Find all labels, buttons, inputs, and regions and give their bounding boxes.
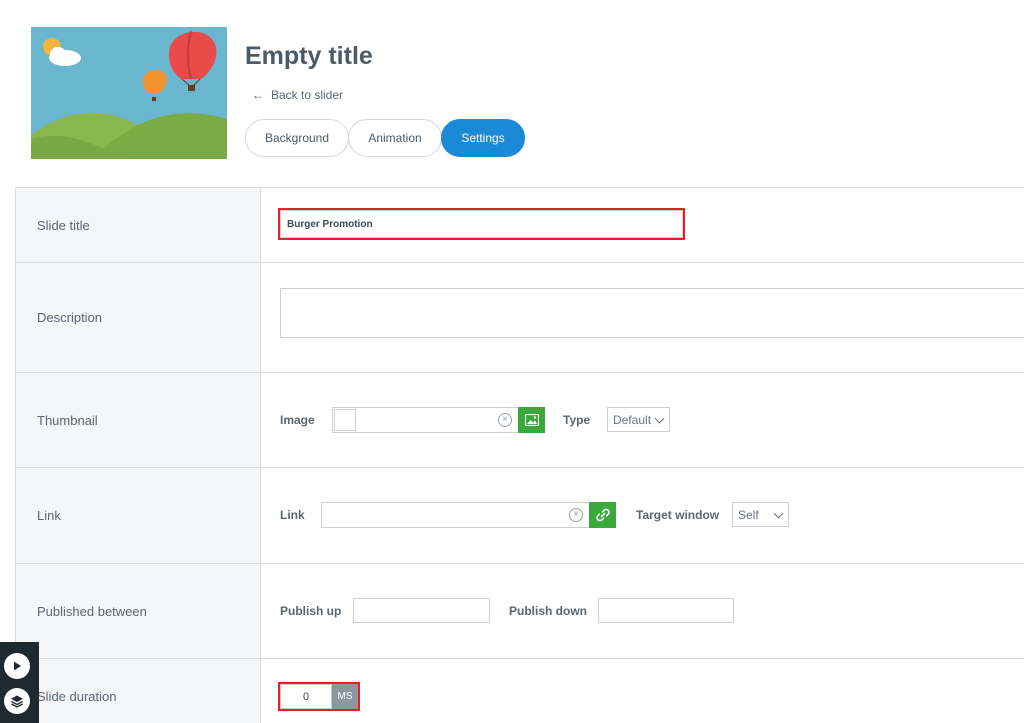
- row-thumbnail: Thumbnail Image × Type Default: [15, 373, 1024, 468]
- image-field-label: Image: [280, 413, 315, 427]
- layers-button[interactable]: [4, 688, 30, 714]
- row-description: Description: [15, 263, 1024, 373]
- chevron-down-icon: [654, 413, 665, 424]
- row-link: Link Link × Target window Self: [15, 468, 1024, 564]
- link-chain-icon: [595, 508, 610, 522]
- image-preview-square: [334, 409, 356, 431]
- page-title: Empty title: [245, 42, 373, 70]
- play-button[interactable]: [4, 653, 30, 679]
- slide-thumbnail-preview: [31, 27, 227, 159]
- link-field-label: Link: [280, 508, 305, 522]
- row-slide-duration: Slide duration 0 MS: [15, 659, 1024, 723]
- image-path-input[interactable]: ×: [332, 407, 544, 433]
- description-label: Description: [15, 263, 261, 372]
- tab-background[interactable]: Background: [245, 119, 349, 157]
- back-to-slider-link[interactable]: ← Back to slider: [252, 88, 343, 102]
- arrow-left-icon: ←: [252, 88, 264, 102]
- tab-settings[interactable]: Settings: [441, 119, 525, 157]
- slide-title-input[interactable]: Burger Promotion: [278, 208, 685, 240]
- row-published-between: Published between Publish up Publish dow…: [15, 564, 1024, 659]
- play-icon: [14, 661, 21, 671]
- type-select-value: Default: [613, 412, 652, 427]
- target-window-label: Target window: [636, 508, 720, 522]
- publish-down-label: Publish down: [509, 604, 587, 618]
- tab-animation[interactable]: Animation: [348, 119, 442, 157]
- slide-duration-field: 0 MS: [278, 682, 360, 711]
- type-field-label: Type: [563, 413, 591, 427]
- tab-bar: Background Animation Settings: [245, 119, 525, 157]
- image-icon: [524, 414, 539, 426]
- back-to-slider-label: Back to slider: [271, 88, 344, 102]
- description-textarea[interactable]: [280, 288, 1024, 338]
- publish-down-input[interactable]: [598, 598, 734, 623]
- thumbnail-label: Thumbnail: [15, 373, 261, 467]
- duration-unit-badge: MS: [332, 684, 358, 709]
- link-picker-button[interactable]: [589, 502, 616, 528]
- slide-duration-label: Slide duration: [15, 659, 261, 723]
- type-select[interactable]: Default: [607, 407, 670, 432]
- clear-circle-icon[interactable]: ×: [569, 508, 583, 522]
- chevron-down-icon: [773, 508, 784, 519]
- clear-circle-icon[interactable]: ×: [498, 413, 512, 427]
- published-between-label: Published between: [15, 564, 261, 658]
- slide-duration-input[interactable]: 0: [280, 684, 332, 709]
- row-slide-title: Slide title Burger Promotion: [15, 188, 1024, 263]
- balloon-landscape-icon: [31, 27, 227, 159]
- layers-icon: [11, 695, 23, 708]
- slide-header: Empty title ← Back to slider Background …: [0, 0, 1024, 187]
- bottom-left-dock: [0, 642, 39, 723]
- link-url-input[interactable]: ×: [321, 502, 590, 528]
- image-picker-button[interactable]: [518, 407, 545, 433]
- target-window-value: Self: [738, 507, 759, 522]
- slide-title-label: Slide title: [15, 188, 261, 262]
- settings-form: Slide title Burger Promotion Description…: [15, 187, 1024, 723]
- link-label: Link: [15, 468, 261, 563]
- publish-up-input[interactable]: [353, 598, 490, 623]
- publish-up-label: Publish up: [280, 604, 342, 618]
- target-window-select[interactable]: Self: [732, 502, 789, 527]
